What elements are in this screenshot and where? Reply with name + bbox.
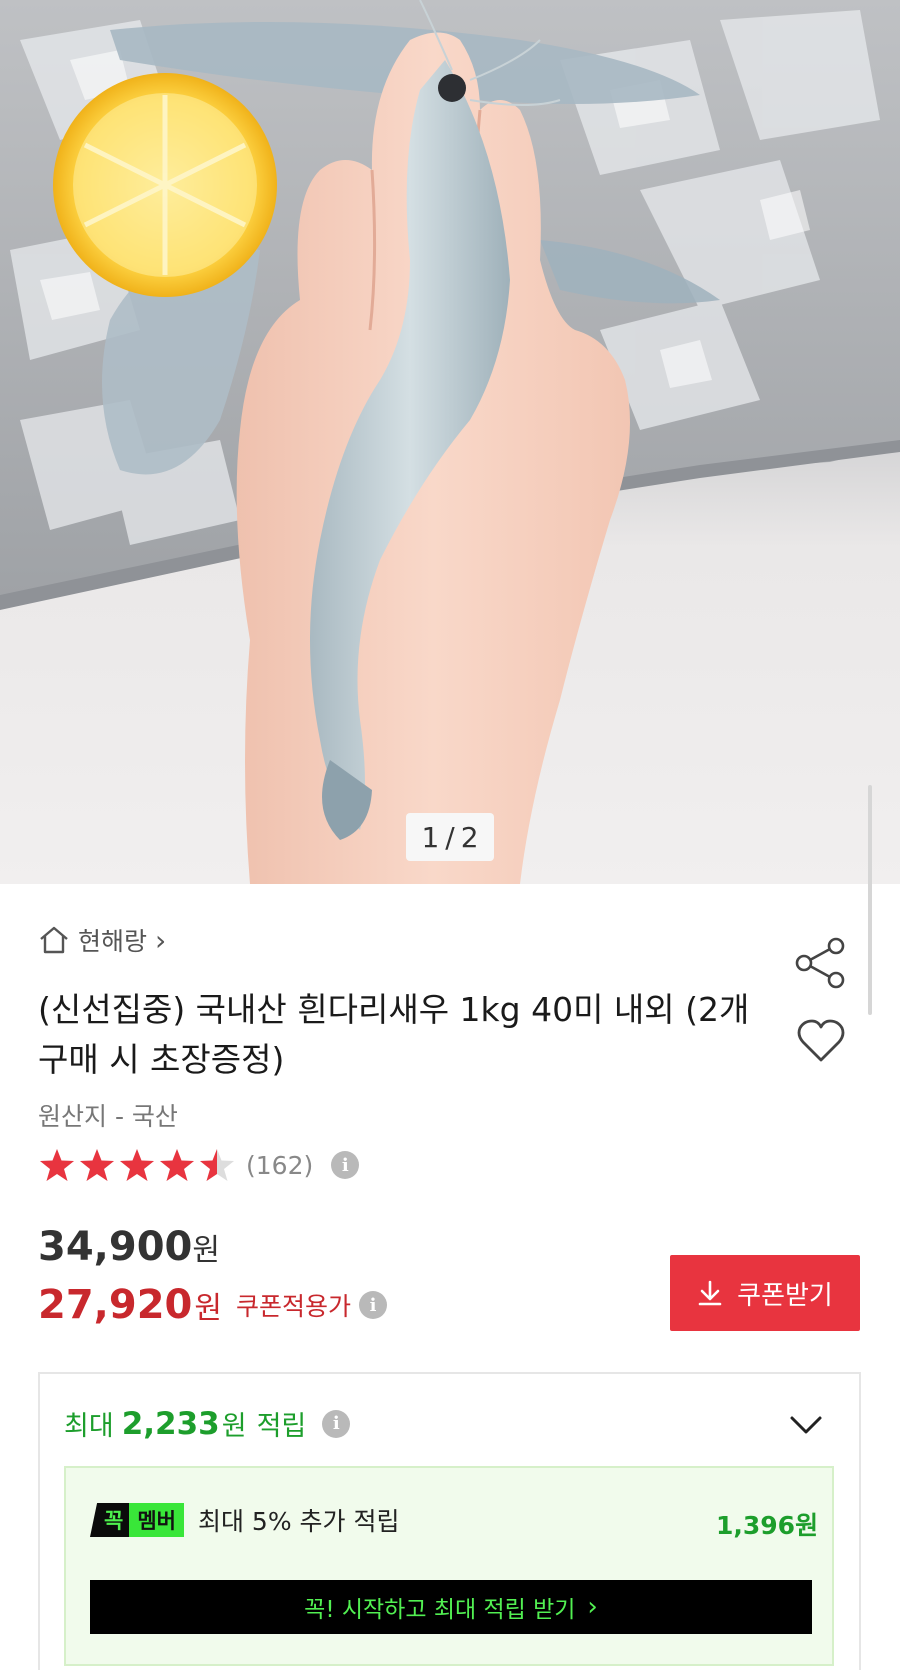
points-summary[interactable]: 최대 2,233 원 적립 i (64, 1404, 351, 1443)
store-link[interactable]: 현해랑 › (38, 922, 166, 958)
coupon-download-button[interactable]: 쿠폰받기 (670, 1255, 860, 1331)
home-icon (38, 925, 70, 955)
membership-start-label: 꼭! 시작하고 최대 적립 받기 (304, 1597, 576, 1623)
points-suffix: 적립 (256, 1411, 307, 1442)
chevron-down-icon (790, 1416, 822, 1434)
expand-points-button[interactable] (788, 1412, 824, 1438)
pager-total: 2 (460, 820, 479, 854)
product-origin: 원산지 - 국산 (38, 1102, 178, 1131)
image-pager: 1 / 2 (406, 813, 494, 861)
product-title: (신선집중) 국내산 흰다리새우 1kg 40미 내외 (2개 구매 시 초장증… (38, 990, 750, 1079)
membership-points-amount: 1,396원 (716, 1511, 819, 1540)
membership-text: 최대 5% 추가 적립 (197, 1507, 400, 1536)
chevron-right-icon: › (155, 923, 167, 957)
product-image-gallery[interactable]: 1 / 2 (0, 0, 900, 884)
membership-row: 꼭 멤버 최대 5% 추가 적립 (90, 1502, 399, 1538)
original-price-unit: 원 (192, 1233, 220, 1268)
scrollbar[interactable] (868, 785, 872, 1015)
sale-price-unit: 원 (194, 1291, 222, 1326)
share-button[interactable] (794, 936, 848, 990)
store-name: 현해랑 (78, 927, 148, 956)
points-amount: 2,233 (121, 1405, 220, 1442)
download-icon (698, 1280, 722, 1306)
chevron-right-icon: › (587, 1592, 598, 1622)
membership-badge-left: 꼭 (90, 1503, 130, 1537)
sale-price-label: 쿠폰적용가 (235, 1292, 351, 1321)
points-panel: 최대 2,233 원 적립 i 꼭 멤버 최대 5% 추가 적립 1,396원 … (38, 1372, 861, 1670)
pager-separator: / (445, 820, 455, 854)
star-icon (80, 1149, 114, 1181)
like-button[interactable] (796, 1018, 846, 1064)
star-icon (160, 1149, 194, 1181)
membership-promo: 꼭 멤버 최대 5% 추가 적립 1,396원 꼭! 시작하고 최대 적립 받기… (64, 1466, 834, 1666)
share-icon (795, 937, 845, 989)
membership-badge: 꼭 멤버 (90, 1503, 184, 1537)
star-icon (200, 1149, 234, 1181)
membership-start-button[interactable]: 꼭! 시작하고 최대 적립 받기 › (90, 1580, 812, 1634)
star-icon (40, 1149, 74, 1181)
points-prefix: 최대 (64, 1411, 114, 1442)
pager-current: 1 (421, 820, 440, 854)
sale-price-value: 27,920 (38, 1282, 193, 1328)
heart-icon (797, 1019, 845, 1062)
original-price: 34,900원 (38, 1224, 220, 1270)
membership-badge-right: 멤버 (129, 1503, 184, 1537)
info-icon[interactable]: i (322, 1409, 351, 1438)
sale-price: 27,920 원 쿠폰적용가 i (38, 1282, 387, 1328)
star-rating (38, 1147, 236, 1183)
info-icon[interactable]: i (331, 1151, 360, 1179)
points-unit: 원 (221, 1411, 247, 1442)
star-icon (120, 1149, 154, 1181)
info-icon[interactable]: i (358, 1291, 387, 1319)
product-photo (0, 0, 900, 884)
coupon-download-label: 쿠폰받기 (737, 1280, 833, 1311)
rating-row[interactable]: (162) i (38, 1143, 360, 1187)
review-count[interactable]: (162) (246, 1151, 313, 1180)
original-price-value: 34,900 (38, 1224, 193, 1270)
